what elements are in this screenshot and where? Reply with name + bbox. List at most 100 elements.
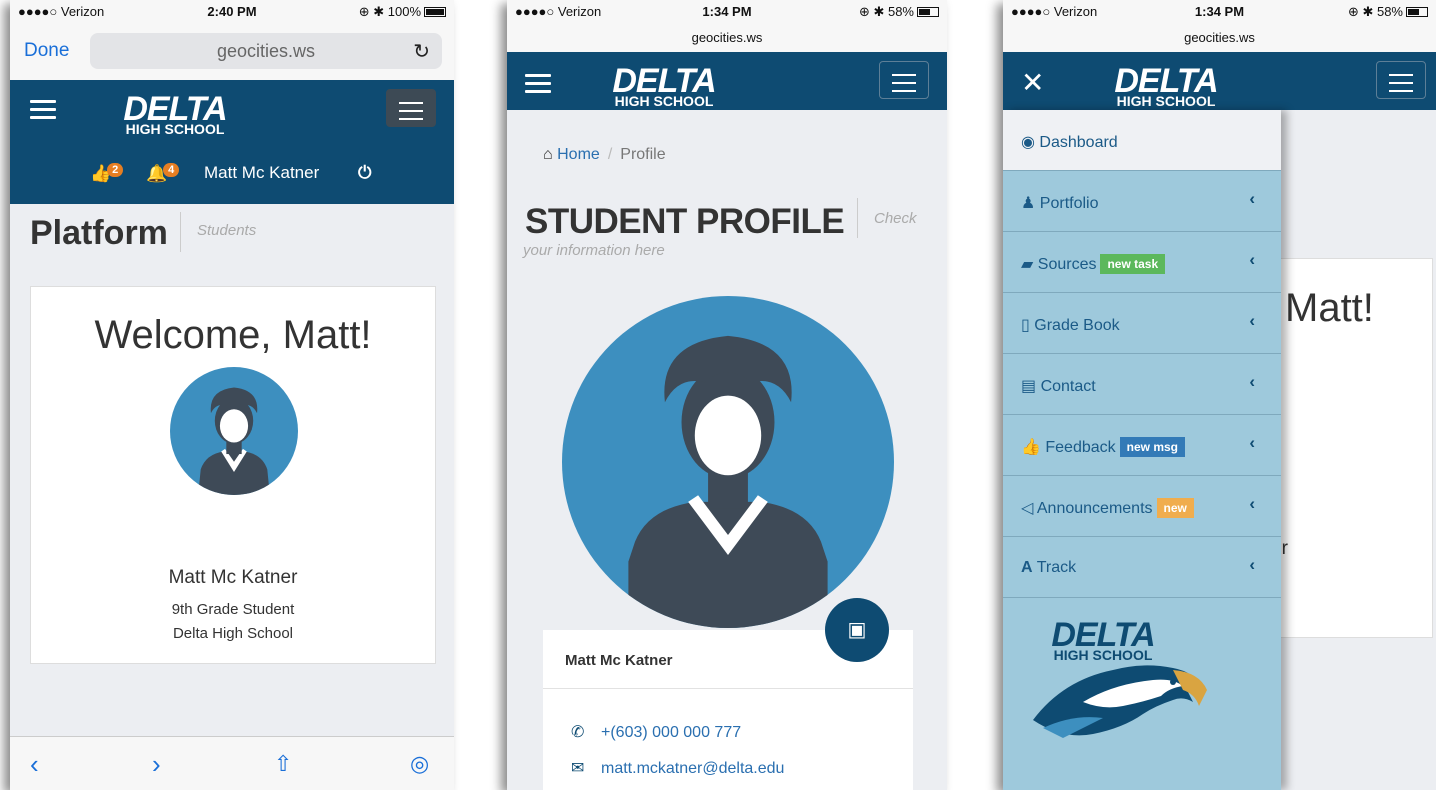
student-avatar-icon — [628, 335, 828, 628]
sidebar-item-grade-book[interactable]: ▯ Grade Book ‹ — [1003, 293, 1281, 354]
phone-screen-sidebar-menu: ●●●●○ Verizon 1:34 PM ⊕ ✱ 58% geocities.… — [1003, 0, 1436, 790]
user-name-link[interactable]: Matt Mc Katner — [204, 163, 319, 183]
student-name: Matt Mc Katner — [168, 567, 298, 588]
page-title: Platform — [30, 214, 168, 252]
compass-icon[interactable]: ◎ — [410, 751, 429, 777]
site-navbar: DELTA HIGH SCHOOL — [507, 52, 947, 110]
sidebar-item-label: Portfolio — [1039, 195, 1099, 212]
chevron-left-icon[interactable]: ‹ — [1249, 555, 1255, 575]
dashboard-icon: ◉ — [1021, 134, 1035, 151]
student-avatar-icon — [198, 387, 270, 495]
status-bar: ●●●●○ Verizon 1:34 PM ⊕ ✱ 58% — [507, 0, 947, 22]
font-icon: A — [1021, 559, 1033, 576]
address-bar[interactable]: geocities.ws ↻ — [90, 33, 442, 69]
page-title: STUDENT PROFILE — [525, 202, 845, 241]
breadcrumb-home[interactable]: ⌂ Home — [543, 146, 600, 163]
url-text[interactable]: geocities.ws — [1003, 30, 1436, 45]
battery-status: ⊕ ✱ 100% — [359, 4, 446, 20]
delta-logo[interactable]: DELTA HIGH SCHOOL — [1101, 64, 1231, 108]
battery-status: ⊕ ✱ 58% — [859, 4, 939, 20]
delta-logo[interactable]: DELTA HIGH SCHOOL — [599, 64, 729, 108]
breadcrumb-current: Profile — [620, 146, 666, 163]
site-navbar: DELTA HIGH SCHOOL — [1003, 52, 1436, 110]
alerts-badge: 4 — [163, 163, 180, 177]
sidebar-item-label: Grade Book — [1034, 317, 1120, 334]
sidebar-item-announcements[interactable]: ◁ Announcements new ‹ — [1003, 476, 1281, 537]
battery-percent: 58% — [1376, 4, 1403, 19]
reload-icon[interactable]: ↻ — [413, 39, 430, 64]
sidebar-item-label: Contact — [1040, 378, 1096, 395]
page-subtitle: Students — [180, 212, 256, 252]
user-icon: ♟ — [1021, 195, 1036, 212]
sidebar-item-label: Announcements — [1036, 500, 1153, 517]
back-icon[interactable]: ‹ — [30, 749, 39, 780]
welcome-card: Welcome, Matt! Matt Mc Katner 9th Grade … — [30, 286, 436, 664]
email-address: matt.mckatner@delta.edu — [601, 760, 785, 777]
chevron-left-icon[interactable]: ‹ — [1249, 189, 1255, 209]
delta-eagle-logo: DELTA HIGH SCHOOL — [1023, 610, 1213, 750]
status-badge: new — [1156, 498, 1194, 518]
safari-top-bar: ●●●●○ Verizon 2:40 PM ⊕ ✱ 100% Done geoc… — [10, 0, 454, 80]
battery-status: ⊕ ✱ 58% — [1348, 4, 1428, 20]
student-role: 9th Grade Student — [171, 601, 295, 618]
share-icon[interactable]: ⇧ — [274, 751, 292, 777]
battery-icon — [1406, 7, 1428, 17]
status-bar: ●●●●○ Verizon 2:40 PM ⊕ ✱ 100% — [10, 0, 454, 22]
likes-notification[interactable]: 👍2 — [90, 163, 124, 184]
close-icon[interactable]: ✕ — [1021, 66, 1044, 99]
sidebar-item-dashboard[interactable]: ◉ Dashboard — [1003, 110, 1281, 171]
status-bar: ●●●●○ Verizon 1:34 PM ⊕ ✱ 58% — [1003, 0, 1436, 22]
breadcrumb-home-label: Home — [557, 146, 600, 163]
likes-badge: 2 — [107, 163, 124, 177]
logo-line2: HIGH SCHOOL — [614, 93, 714, 109]
alerts-notification[interactable]: 🔔4 — [146, 163, 180, 184]
eagle-head-icon — [1033, 665, 1207, 738]
done-button[interactable]: Done — [24, 40, 69, 62]
welcome-heading-fragment: Matt! — [1285, 286, 1374, 330]
chevron-left-icon[interactable]: ‹ — [1249, 494, 1255, 514]
power-icon[interactable]: ⏻ — [358, 163, 371, 183]
sidebar-item-contact[interactable]: ▤ Contact ‹ — [1003, 354, 1281, 415]
chevron-left-icon[interactable]: ‹ — [1249, 250, 1255, 270]
chevron-left-icon[interactable]: ‹ — [1249, 311, 1255, 331]
bullhorn-icon: ◁ — [1021, 500, 1034, 517]
sidebar-item-portfolio[interactable]: ♟ Portfolio ‹ — [1003, 171, 1281, 232]
url-text[interactable]: geocities.ws — [507, 30, 947, 45]
browser-top-bar: ●●●●○ Verizon 1:34 PM ⊕ ✱ 58% geocities.… — [1003, 0, 1436, 52]
logo-line2: HIGH SCHOOL — [125, 121, 225, 137]
sidebar-item-feedback[interactable]: 👍 Feedback new msg ‹ — [1003, 415, 1281, 476]
chevron-left-icon[interactable]: ‹ — [1249, 372, 1255, 392]
contact-card-button[interactable]: ▣ — [825, 598, 889, 662]
url-text: geocities.ws — [216, 41, 316, 61]
menu-hamburger-icon[interactable] — [525, 74, 551, 94]
delta-logo[interactable]: DELTA HIGH SCHOOL — [110, 92, 240, 136]
menu-hamburger-icon[interactable] — [30, 100, 56, 120]
profile-email[interactable]: ✉ matt.mckatner@delta.edu — [571, 758, 784, 778]
folder-open-icon: ▰ — [1021, 256, 1034, 273]
sidebar-item-sources[interactable]: ▰ Sources new task ‹ — [1003, 232, 1281, 293]
safari-bottom-toolbar: ‹ › ⇧ ◎ — [10, 736, 454, 790]
thumbs-up-icon: 👍 — [1021, 439, 1041, 456]
navbar-toggle-button[interactable] — [386, 89, 436, 127]
battery-icon — [424, 7, 446, 17]
navbar-toggle-button[interactable] — [1376, 61, 1426, 99]
forward-icon[interactable]: › — [152, 749, 161, 780]
battery-percent: 58% — [887, 4, 914, 19]
avatar — [170, 367, 298, 495]
page-subtitle: your information here — [523, 242, 665, 259]
chevron-left-icon[interactable]: ‹ — [1249, 433, 1255, 453]
navbar-toggle-button[interactable] — [879, 61, 929, 99]
site-navbar: DELTA HIGH SCHOOL — [10, 80, 454, 138]
phone-number: +(603) 000 000 777 — [601, 724, 742, 741]
profile-avatar — [562, 296, 894, 628]
page-subtitle-start: Check — [857, 198, 917, 238]
thermometer-icon: ▯ — [1021, 317, 1030, 334]
profile-phone[interactable]: ✆ +(603) 000 000 777 — [571, 722, 741, 742]
phone-screen-student-profile: ●●●●○ Verizon 1:34 PM ⊕ ✱ 58% geocities.… — [507, 0, 947, 790]
sidebar-item-track[interactable]: A Track ‹ — [1003, 537, 1281, 598]
profile-name: Matt Mc Katner — [565, 652, 673, 669]
student-school: Delta High School — [172, 625, 294, 642]
browser-top-bar: ●●●●○ Verizon 1:34 PM ⊕ ✱ 58% geocities.… — [507, 0, 947, 52]
sidebar-item-label: Sources — [1037, 256, 1097, 273]
sidebar-item-label: Track — [1036, 559, 1077, 576]
